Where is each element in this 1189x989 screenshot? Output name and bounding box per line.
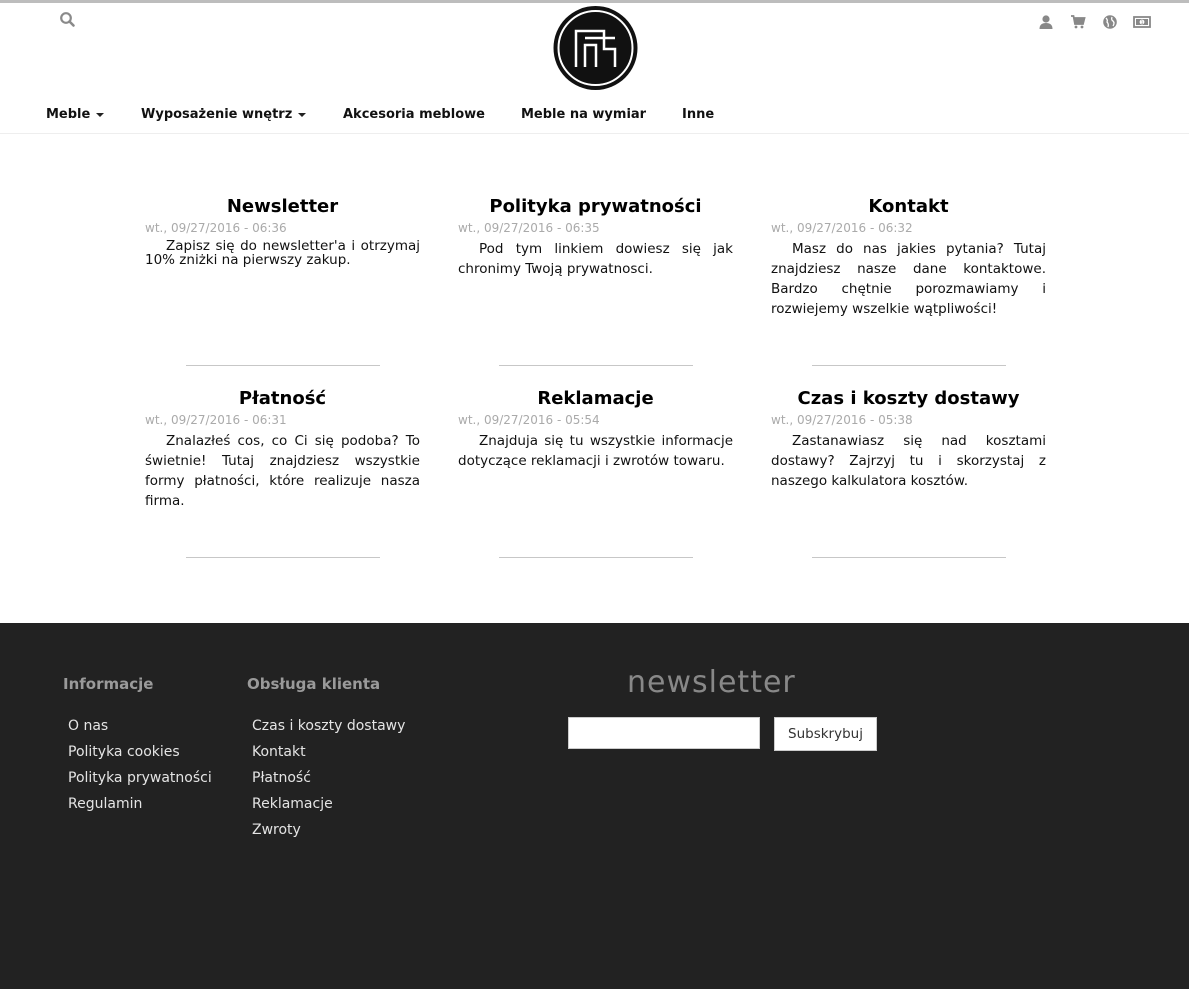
cart-button[interactable] <box>1068 12 1088 32</box>
money-icon: 1 <box>1133 16 1151 28</box>
article-title[interactable]: Newsletter <box>145 196 420 218</box>
newsletter-email-input[interactable] <box>568 717 760 749</box>
article-body: Zapisz się do newsletter'a i otrzymaj 10… <box>145 238 420 268</box>
article-body: Znalazłeś cos, co Ci się podoba? To świe… <box>145 433 420 509</box>
footer-link[interactable]: Regulamin <box>68 791 212 817</box>
article-date: wt., 09/27/2016 - 05:38 <box>771 413 913 427</box>
card-divider <box>499 365 693 366</box>
article-date: wt., 09/27/2016 - 06:35 <box>458 221 600 235</box>
footer-link[interactable]: Zwroty <box>252 817 405 843</box>
nav-item-meble[interactable]: Meble <box>46 107 105 122</box>
caret-down-icon <box>96 112 105 117</box>
article-title[interactable]: Płatność <box>145 388 420 410</box>
search-button[interactable] <box>58 10 78 30</box>
site-logo[interactable] <box>552 5 639 91</box>
article-title[interactable]: Reklamacje <box>458 388 733 410</box>
account-button[interactable] <box>1036 12 1056 32</box>
article-body: Znajduja się tu wszystkie informacje dot… <box>458 433 733 469</box>
article-title[interactable]: Polityka prywatności <box>458 196 733 218</box>
card-divider <box>499 557 693 558</box>
article-body: Pod tym linkiem dowiesz się jak chronimy… <box>458 241 733 277</box>
site-footer: Informacje O nas Polityka cookies Polity… <box>0 623 1189 989</box>
nav-item-meble-na-wymiar[interactable]: Meble na wymiar <box>521 107 646 122</box>
card-divider <box>186 557 380 558</box>
article-title[interactable]: Kontakt <box>771 196 1046 218</box>
footer-links-service: Czas i koszty dostawy Kontakt Płatność R… <box>252 713 405 843</box>
card-divider <box>186 365 380 366</box>
nav-item-label: Inne <box>682 107 715 122</box>
card-divider <box>812 365 1006 366</box>
footer-link[interactable]: Polityka cookies <box>68 739 212 765</box>
footer-link[interactable]: O nas <box>68 713 212 739</box>
nav-item-wyposazenie[interactable]: Wyposażenie wnętrz <box>141 107 307 122</box>
article-body: Masz do nas jakies pytania? Tutaj znajdz… <box>771 241 1046 317</box>
nav-item-akcesoria[interactable]: Akcesoria meblowe <box>343 107 485 122</box>
footer-link[interactable]: Polityka prywatności <box>68 765 212 791</box>
article-date: wt., 09/27/2016 - 06:32 <box>771 221 913 235</box>
footer-link[interactable]: Płatność <box>252 765 405 791</box>
main-nav: Meble Wyposażenie wnętrz Akcesoria meblo… <box>0 97 1189 134</box>
language-button[interactable] <box>1100 12 1120 32</box>
newsletter-heading: newsletter <box>627 665 796 700</box>
globe-icon <box>1103 15 1117 29</box>
caret-down-icon <box>298 112 307 117</box>
footer-link[interactable]: Reklamacje <box>252 791 405 817</box>
footer-heading-service: Obsługa klienta <box>247 675 381 693</box>
article-card-privacy: Polityka prywatności wt., 09/27/2016 - 0… <box>458 196 733 279</box>
footer-link[interactable]: Czas i koszty dostawy <box>252 713 405 739</box>
article-date: wt., 09/27/2016 - 05:54 <box>458 413 600 427</box>
footer-link[interactable]: Kontakt <box>252 739 405 765</box>
article-card-delivery: Czas i koszty dostawy wt., 09/27/2016 - … <box>771 388 1046 491</box>
nav-item-label: Wyposażenie wnętrz <box>141 107 293 122</box>
user-icon <box>1039 15 1053 29</box>
article-card-payment: Płatność wt., 09/27/2016 - 06:31 Znalazł… <box>145 388 420 511</box>
nav-item-label: Meble <box>46 107 91 122</box>
footer-heading-info: Informacje <box>63 675 154 693</box>
footer-links-info: O nas Polityka cookies Polityka prywatno… <box>68 713 212 817</box>
article-card-complaints: Reklamacje wt., 09/27/2016 - 05:54 Znajd… <box>458 388 733 471</box>
article-date: wt., 09/27/2016 - 06:36 <box>145 221 287 235</box>
top-border <box>0 0 1189 3</box>
nav-item-inne[interactable]: Inne <box>682 107 714 122</box>
article-title[interactable]: Czas i koszty dostawy <box>771 388 1046 410</box>
article-body: Zastanawiasz się nad kosztami dostawy? Z… <box>771 433 1046 489</box>
search-icon <box>60 12 75 27</box>
nav-item-label: Meble na wymiar <box>521 107 647 122</box>
cart-icon <box>1071 15 1086 29</box>
card-divider <box>812 557 1006 558</box>
article-card-contact: Kontakt wt., 09/27/2016 - 06:32 Masz do … <box>771 196 1046 319</box>
svg-text:1: 1 <box>1141 20 1144 26</box>
currency-button[interactable]: 1 <box>1132 12 1152 32</box>
subscribe-button[interactable]: Subskrybuj <box>774 717 877 751</box>
header-icons: 1 <box>1036 12 1152 32</box>
article-date: wt., 09/27/2016 - 06:31 <box>145 413 287 427</box>
nav-item-label: Akcesoria meblowe <box>343 107 485 122</box>
logo-icon <box>553 6 638 90</box>
article-card-newsletter: Newsletter wt., 09/27/2016 - 06:36 Zapis… <box>145 196 420 267</box>
